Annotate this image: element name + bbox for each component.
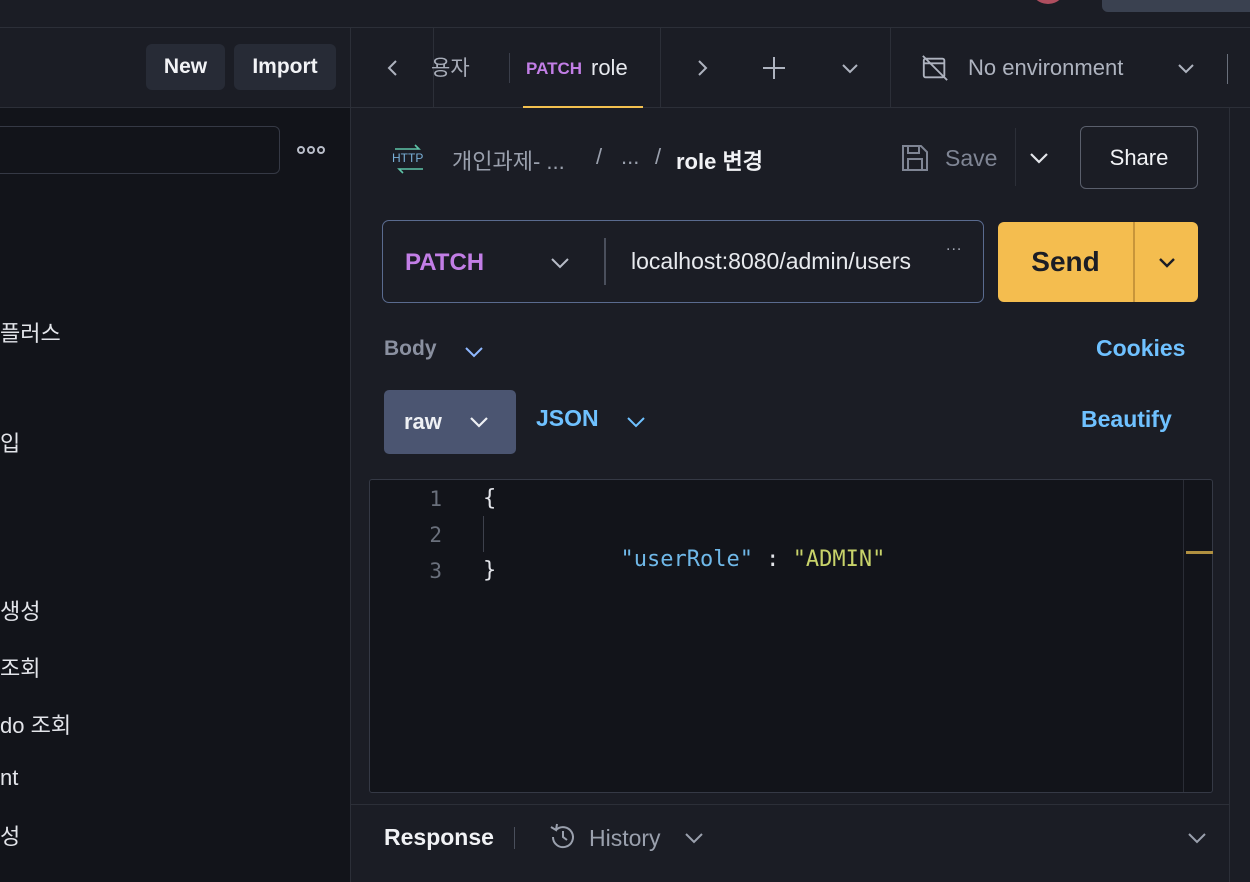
chevron-down-icon[interactable] xyxy=(1172,54,1200,82)
right-rail xyxy=(1229,108,1250,882)
no-environment-icon[interactable] xyxy=(921,54,949,82)
tab-bar: 용자 PATCH role No environment xyxy=(351,28,1250,108)
http-icon: HTTP xyxy=(391,144,427,174)
sidebar-search-input[interactable] xyxy=(0,126,280,174)
top-strip xyxy=(0,0,1250,28)
top-action-button[interactable] xyxy=(1102,0,1250,12)
breadcrumb-request[interactable]: role 변경 xyxy=(676,144,763,176)
method-select[interactable]: PATCH xyxy=(405,249,484,277)
url-input[interactable]: localhost:8080/admin/users xyxy=(631,248,943,275)
line-number: 1 xyxy=(429,487,442,511)
line-number: 3 xyxy=(429,559,442,583)
body-format-select[interactable]: JSON xyxy=(536,405,599,432)
chevron-down-icon[interactable] xyxy=(463,340,485,362)
chevron-left-icon[interactable] xyxy=(379,54,407,82)
json-value: "ADMIN" xyxy=(792,547,886,572)
history-button[interactable]: History xyxy=(589,825,661,852)
request-url-bar: PATCH localhost:8080/admin/users ... xyxy=(382,220,984,303)
sidebar: New Import 플러스 입 생성 조회 do 조회 nt 성 xyxy=(0,28,351,882)
environment-selector[interactable]: No environment xyxy=(968,55,1123,81)
sidebar-item[interactable]: do 조회 xyxy=(0,708,71,740)
editor-minimap[interactable] xyxy=(1183,480,1213,792)
send-button-group: Send xyxy=(998,222,1198,302)
tab-partial[interactable]: 용자 xyxy=(431,52,470,82)
save-label: Save xyxy=(945,144,998,171)
tab-name: role xyxy=(591,55,628,80)
send-button[interactable]: Send xyxy=(998,222,1133,302)
body-mode-label: raw xyxy=(404,409,442,434)
svg-text:HTTP: HTTP xyxy=(392,151,423,165)
sidebar-item[interactable]: 플러스 xyxy=(0,316,61,348)
save-button[interactable]: Save xyxy=(899,138,997,178)
import-button[interactable]: Import xyxy=(234,44,336,90)
code-line: "userRole" : "ADMIN" xyxy=(620,547,886,572)
history-icon[interactable] xyxy=(547,821,579,853)
code-brace-open: { xyxy=(483,486,497,511)
response-bar: Response History xyxy=(351,804,1229,882)
chevron-down-icon[interactable] xyxy=(683,826,705,848)
sidebar-item[interactable]: nt xyxy=(0,765,18,791)
sidebar-item[interactable]: 성 xyxy=(0,819,20,851)
body-tab[interactable]: Body xyxy=(384,337,437,361)
sidebar-item[interactable]: 입 xyxy=(0,426,20,458)
chevron-down-icon xyxy=(468,411,490,433)
sidebar-header: New Import xyxy=(0,28,350,108)
cookies-link[interactable]: Cookies xyxy=(1096,335,1185,362)
collapse-response-chevron-icon[interactable] xyxy=(1186,826,1208,848)
beautify-button[interactable]: Beautify xyxy=(1081,406,1172,433)
save-options-chevron-icon[interactable] xyxy=(1027,146,1051,170)
sidebar-item[interactable]: 생성 xyxy=(0,594,40,626)
breadcrumb-folder[interactable]: ... xyxy=(621,144,639,170)
avatar[interactable] xyxy=(1030,0,1066,4)
sidebar-item[interactable]: 조회 xyxy=(0,651,40,683)
code-brace-close: } xyxy=(483,558,497,583)
json-key: "userRole" xyxy=(620,547,753,572)
new-button[interactable]: New xyxy=(146,44,225,90)
breadcrumb-collection[interactable]: 개인과제- ... xyxy=(452,144,565,176)
line-number: 2 xyxy=(429,523,442,547)
body-mode-select[interactable]: raw xyxy=(384,390,516,454)
body-editor[interactable]: 1 2 3 { "userRole" : "ADMIN" } xyxy=(369,479,1213,793)
send-options-chevron-icon[interactable] xyxy=(1155,250,1179,274)
share-button[interactable]: Share xyxy=(1080,126,1198,189)
plus-icon[interactable] xyxy=(760,54,788,82)
more-dots-icon[interactable] xyxy=(296,138,328,162)
save-icon xyxy=(902,145,928,171)
response-label: Response xyxy=(384,824,494,850)
url-overflow-indicator: ... xyxy=(946,237,963,254)
request-panel: HTTP 개인과제- ... / ... / role 변경 Save Shar… xyxy=(351,108,1229,882)
chevron-down-icon[interactable] xyxy=(625,411,647,433)
chevron-down-icon[interactable] xyxy=(836,54,864,82)
tab-method-badge: PATCH xyxy=(526,59,583,78)
chevron-right-icon[interactable] xyxy=(688,54,716,82)
chevron-down-icon[interactable] xyxy=(549,251,571,273)
